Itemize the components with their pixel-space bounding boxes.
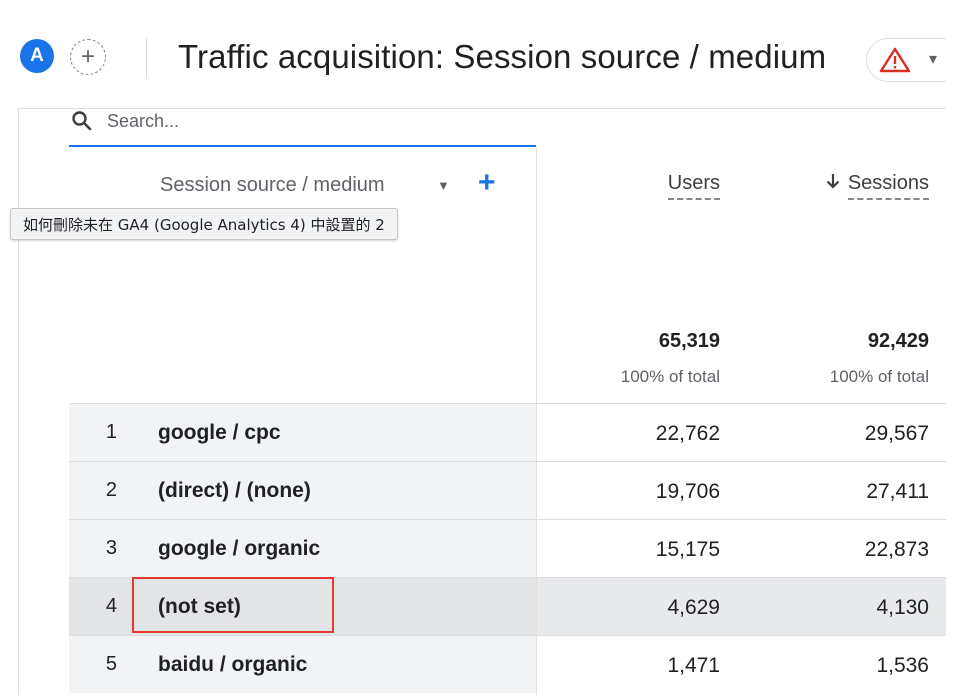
chevron-down-icon: ▾: [929, 51, 938, 68]
browser-tooltip: 如何刪除未在 GA4 (Google Analytics 4) 中設置的 2: [10, 208, 398, 240]
plus-icon: +: [80, 43, 95, 70]
dimension-dropdown-icon[interactable]: ▼: [437, 178, 450, 193]
row-metrics: 15,175 22,873: [537, 520, 946, 577]
row-index: 1: [69, 404, 133, 461]
page-title: Traffic acquisition: Session source / me…: [178, 38, 827, 75]
sort-descending-icon: [826, 173, 840, 194]
row-sessions: 4,130: [876, 596, 929, 619]
row-dimension[interactable]: (direct) / (none): [133, 462, 536, 519]
annotation-highlight-box: [132, 577, 334, 633]
warning-triangle-icon: [879, 47, 911, 73]
data-quality-warning-button[interactable]: ▾: [866, 38, 958, 82]
row-sessions: 1,536: [876, 654, 929, 677]
row-sessions: 29,567: [864, 422, 929, 445]
row-sessions: 27,411: [866, 480, 929, 503]
row-dimension[interactable]: google / organic: [133, 520, 536, 577]
search-icon: [72, 111, 92, 131]
users-total: 65,319: [658, 330, 720, 352]
row-metrics: 22,762 29,567: [537, 404, 946, 461]
sessions-header-label: Sessions: [847, 172, 929, 200]
row-index: 4: [69, 578, 133, 635]
row-index: 5: [69, 636, 133, 693]
sessions-total: 92,429: [867, 330, 929, 352]
table-row[interactable]: 1 google / cpc 22,762 29,567: [69, 403, 946, 461]
row-dimension[interactable]: baidu / organic: [133, 636, 536, 693]
dimension-header[interactable]: Session source / medium: [160, 174, 385, 197]
users-column-header[interactable]: Users: [667, 172, 720, 200]
row-index: 3: [69, 520, 133, 577]
add-dimension-button[interactable]: +: [478, 168, 496, 198]
users-header-label: Users: [667, 172, 720, 200]
row-users: 19,706: [655, 480, 720, 503]
table-row[interactable]: 3 google / organic 15,175 22,873: [69, 519, 946, 577]
table-row[interactable]: 5 baidu / organic 1,471 1,536: [69, 635, 946, 693]
row-users: 22,762: [655, 422, 720, 445]
table-row[interactable]: 2 (direct) / (none) 19,706 27,411: [69, 461, 946, 519]
row-metrics: 19,706 27,411: [537, 462, 946, 519]
row-metrics: 4,629 4,130: [537, 578, 946, 635]
row-dimension[interactable]: google / cpc: [133, 404, 536, 461]
table-search: [69, 104, 536, 148]
report-header: A + Traffic acquisition: Session source …: [0, 0, 958, 110]
row-sessions: 22,873: [864, 538, 929, 561]
search-input[interactable]: [107, 106, 527, 136]
table-left-border: [18, 108, 19, 695]
table-body: 1 google / cpc 22,762 29,567 2 (direct) …: [69, 403, 946, 693]
header-divider: [146, 38, 147, 78]
row-users: 4,629: [667, 596, 720, 619]
right-margin: [946, 0, 958, 695]
users-total-percent: 100% of total: [620, 367, 720, 386]
sessions-total-percent: 100% of total: [829, 367, 929, 386]
row-users: 1,471: [667, 654, 720, 677]
add-comparison-button[interactable]: +: [70, 39, 106, 75]
comparison-avatar[interactable]: A: [20, 39, 54, 73]
sessions-column-header[interactable]: Sessions: [826, 172, 929, 200]
search-focus-underline: [69, 145, 536, 147]
row-metrics: 1,471 1,536: [537, 636, 946, 693]
row-index: 2: [69, 462, 133, 519]
row-users: 15,175: [655, 538, 720, 561]
